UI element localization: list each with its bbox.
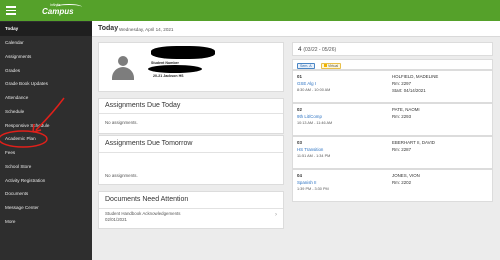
sidebar-item-message-center[interactable]: Message Center	[0, 201, 92, 215]
documents-title: Documents Need Attention	[105, 196, 189, 203]
sidebar-nav: Today Calendar Assignments Grades Grade …	[0, 21, 92, 260]
period-row[interactable]: 04 Spanish II 1:39 PM - 3:30 PM JONES, V…	[292, 169, 493, 202]
avatar	[110, 53, 136, 80]
day-badge: Sem. A	[297, 63, 315, 69]
sidebar-item-today[interactable]: Today	[0, 22, 92, 36]
chevron-right-icon: ›	[275, 212, 277, 218]
assignments-today-card: Assignments Due Today No assignments.	[98, 98, 284, 134]
page-title: Today	[98, 25, 119, 32]
room-number: Rm: 2293	[392, 114, 412, 119]
sidebar-item-grade-book-updates[interactable]: Grade Book Updates	[0, 77, 92, 91]
period-time: 10:13 AM - 11:46 AM	[297, 121, 333, 125]
assignments-tomorrow-empty: No assignments.	[105, 173, 138, 178]
student-card: Student Number 20-21 Jackson HS	[98, 42, 284, 92]
period-time: 11:51 AM - 1:34 PM	[297, 154, 331, 158]
schedule-header: 4 (03/22 - 05/26)	[292, 42, 493, 56]
redacted-number	[148, 65, 202, 73]
start-date: Start: 04/14/2021	[392, 88, 426, 93]
documents-card: Documents Need Attention Student Handboo…	[98, 191, 284, 229]
term-range: (03/22 - 05/26)	[303, 47, 337, 53]
period-number: 01	[297, 74, 302, 79]
sidebar-item-schedule[interactable]: Schedule	[0, 105, 92, 119]
period-time: 8:30 AM - 10:00 AM	[297, 88, 331, 92]
page-date: Wednesday, April 14, 2021	[119, 26, 174, 32]
course-link[interactable]: GSE Alg I	[297, 81, 316, 86]
virtual-icon	[324, 64, 327, 67]
sidebar-item-grades[interactable]: Grades	[0, 64, 92, 78]
student-school: 20-21 Jackson HS	[153, 74, 184, 78]
room-number: Rm: 2202	[392, 180, 412, 185]
teacher-name: HOLFIELD, MADELINE	[392, 74, 439, 79]
document-item-date: 02/01/2021	[105, 217, 127, 222]
document-item[interactable]: Student Handbook Acknowledgements 02/01/…	[99, 209, 283, 228]
document-item-name: Student Handbook Acknowledgements	[105, 211, 181, 216]
period-row[interactable]: 03 HS Transition 11:51 AM - 1:34 PM EBER…	[292, 136, 493, 169]
page-header: Today Wednesday, April 14, 2021	[92, 21, 500, 37]
period-number: 03	[297, 140, 302, 145]
room-number: Rm: 2297	[392, 81, 412, 86]
assignments-today-title: Assignments Due Today	[105, 102, 181, 109]
period-row[interactable]: 01 GSE Alg I 8:30 AM - 10:00 AM HOLFIELD…	[292, 70, 493, 103]
sidebar-item-more[interactable]: More	[0, 215, 92, 229]
sidebar-item-academic-plan[interactable]: Academic Plan	[0, 132, 92, 146]
period-number: 04	[297, 173, 302, 178]
redacted-name	[151, 46, 215, 59]
sidebar-item-activity-registration[interactable]: Activity Registration	[0, 174, 92, 188]
teacher-name: JONES, VION	[392, 173, 420, 178]
teacher-name: PATE, NAOMI	[392, 107, 420, 112]
period-row[interactable]: 02 9th Lit/Comp 10:13 AM - 11:46 AM PATE…	[292, 103, 493, 136]
term-number: 4	[298, 46, 302, 53]
assignments-tomorrow-card: Assignments Due Tomorrow No assignments.	[98, 135, 284, 185]
sidebar-item-calendar[interactable]: Calendar	[0, 36, 92, 50]
sidebar-item-fees[interactable]: Fees	[0, 146, 92, 160]
main-content: Today Wednesday, April 14, 2021 Student …	[92, 21, 500, 260]
room-number: Rm: 2287	[392, 147, 412, 152]
assignments-today-empty: No assignments.	[105, 120, 138, 125]
sidebar-item-attendance[interactable]: Attendance	[0, 91, 92, 105]
sidebar-item-documents[interactable]: Documents	[0, 187, 92, 201]
sidebar-item-responsive-schedule[interactable]: Responsive Schedule	[0, 119, 92, 133]
top-bar: Infinite Campus	[0, 0, 500, 21]
sidebar-item-assignments[interactable]: Assignments	[0, 50, 92, 64]
day-bar: Sem. A Virtual	[292, 59, 493, 70]
course-link[interactable]: 9th Lit/Comp	[297, 114, 322, 119]
course-link[interactable]: Spanish II	[297, 180, 317, 185]
infinite-campus-logo[interactable]: Infinite Campus	[42, 3, 82, 18]
teacher-name: EBERHART II, DAVID	[392, 140, 435, 145]
course-link[interactable]: HS Transition	[297, 147, 323, 152]
virtual-badge: Virtual	[321, 63, 342, 69]
period-number: 02	[297, 107, 302, 112]
assignments-tomorrow-title: Assignments Due Tomorrow	[105, 140, 193, 147]
period-time: 1:39 PM - 3:30 PM	[297, 187, 329, 191]
sidebar-item-school-store[interactable]: School Store	[0, 160, 92, 174]
hamburger-menu-icon[interactable]	[6, 6, 16, 15]
